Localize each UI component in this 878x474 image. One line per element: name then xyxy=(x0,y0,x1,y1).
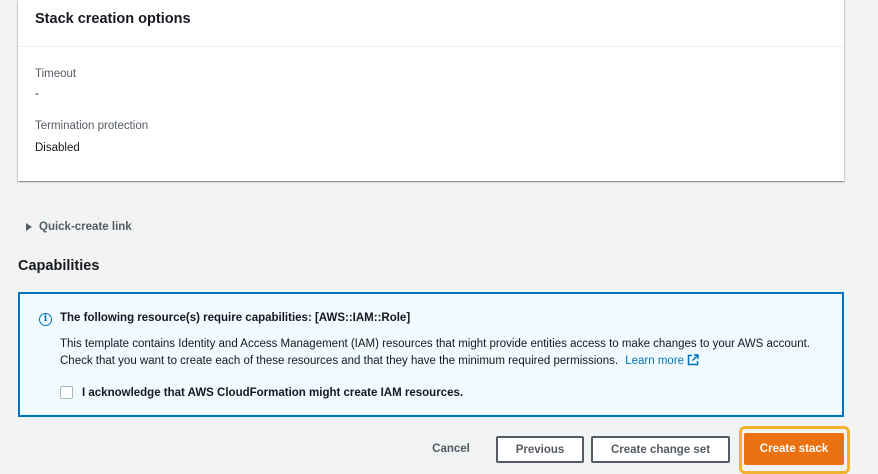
capabilities-heading: Capabilities xyxy=(18,258,100,274)
caret-right-icon xyxy=(26,223,32,231)
acknowledge-iam-checkbox[interactable] xyxy=(60,386,73,399)
learn-more-label: Learn more xyxy=(625,355,685,367)
external-link-icon xyxy=(687,354,699,366)
alert-body: This template contains Identity and Acce… xyxy=(60,336,840,370)
acknowledge-iam-label[interactable]: I acknowledge that AWS CloudFormation mi… xyxy=(82,387,463,399)
panel-title: Stack creation options xyxy=(35,11,191,27)
panel-header: Stack creation options xyxy=(18,0,844,47)
timeout-value: - xyxy=(35,88,39,100)
create-change-set-button[interactable]: Create change set xyxy=(591,436,730,463)
learn-more-link[interactable]: Learn more xyxy=(625,354,699,367)
quick-create-link-expander[interactable]: Quick-create link xyxy=(26,221,132,233)
previous-button[interactable]: Previous xyxy=(496,436,584,463)
quick-create-link-label: Quick-create link xyxy=(39,221,132,233)
alert-title: The following resource(s) require capabi… xyxy=(60,312,411,324)
cancel-button[interactable]: Cancel xyxy=(420,437,482,461)
termination-protection-value: Disabled xyxy=(35,142,80,154)
create-stack-button[interactable]: Create stack xyxy=(744,433,844,465)
timeout-label: Timeout xyxy=(35,68,77,80)
capabilities-info-alert: i The following resource(s) require capa… xyxy=(18,292,844,417)
acknowledge-iam-row[interactable]: I acknowledge that AWS CloudFormation mi… xyxy=(60,386,463,399)
info-icon: i xyxy=(39,313,52,326)
stack-creation-options-panel: Stack creation options Timeout - Termina… xyxy=(18,0,844,181)
termination-protection-label: Termination protection xyxy=(35,120,149,132)
review-page: Stack creation options Timeout - Termina… xyxy=(0,0,878,474)
